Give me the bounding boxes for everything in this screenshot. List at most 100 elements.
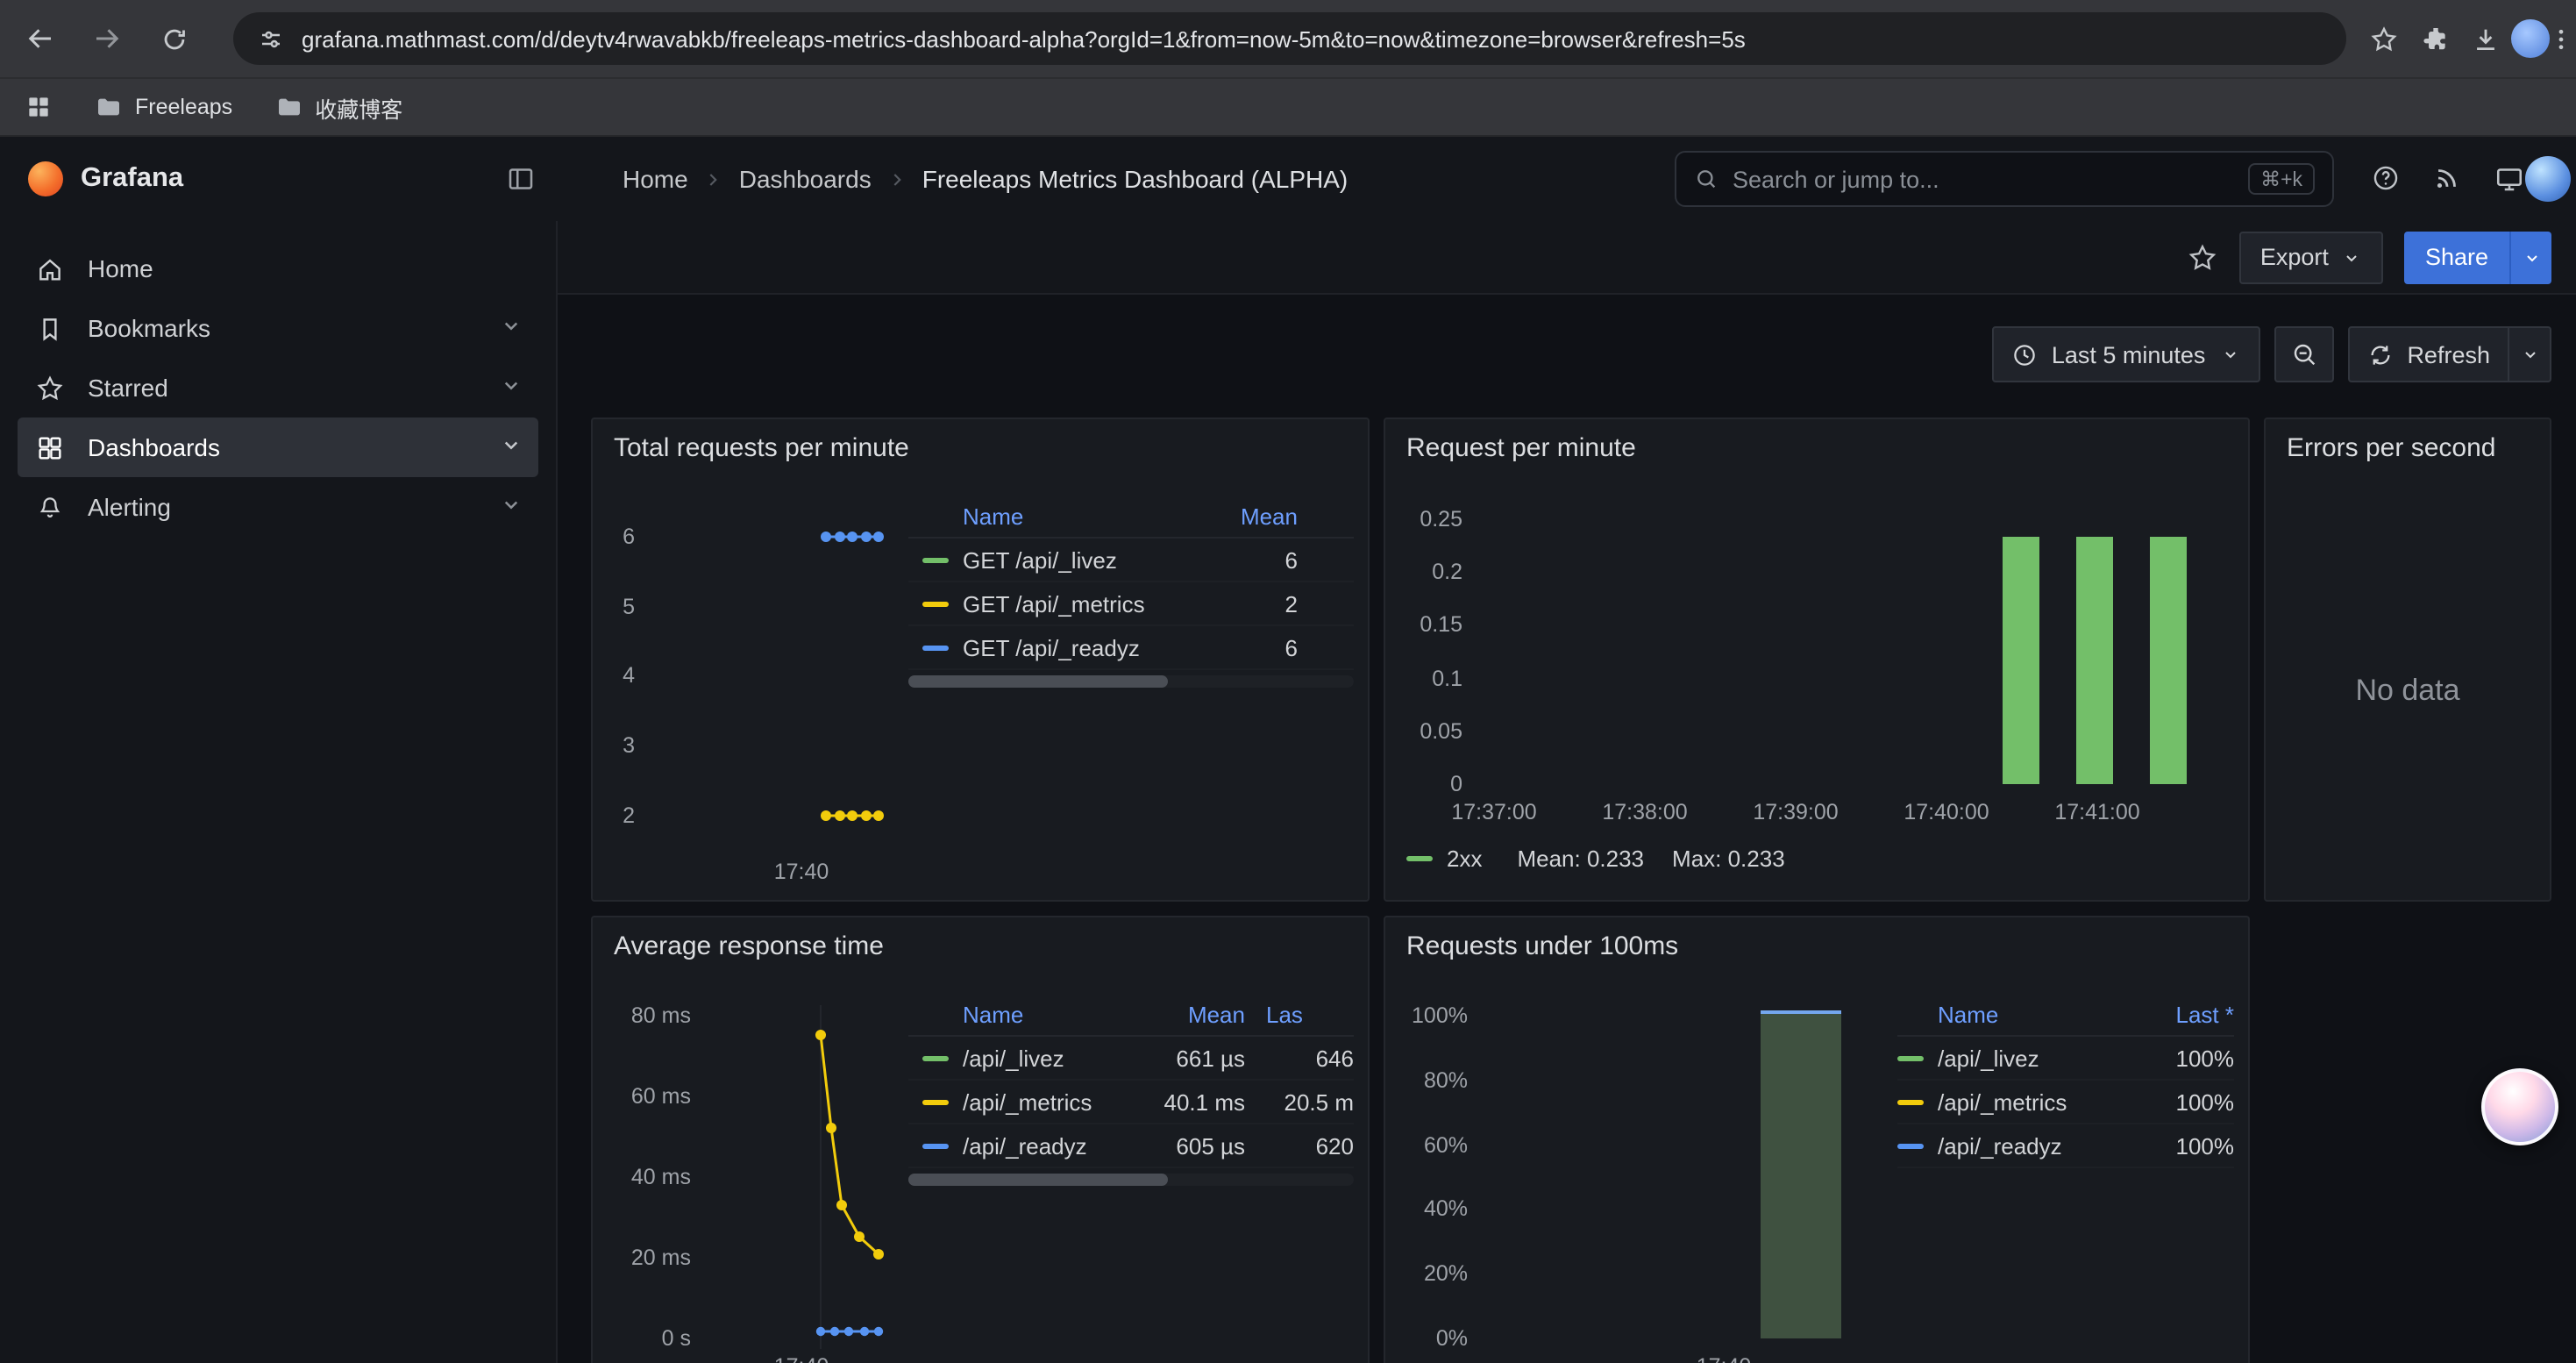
y-tick: 60%	[1385, 1131, 1468, 1160]
scrollbar-thumb[interactable]	[908, 675, 1168, 688]
table-scrollbar[interactable]	[908, 675, 1354, 688]
bookmark-folder-blogs[interactable]: 收藏博客	[274, 90, 402, 124]
download-icon[interactable]	[2462, 16, 2508, 61]
zoom-out-button[interactable]	[2274, 326, 2333, 382]
chevron-down-icon[interactable]	[498, 491, 524, 517]
series-color-yellow	[922, 1099, 949, 1104]
sidebar-item-label: Home	[88, 254, 153, 282]
refresh-button[interactable]: Refresh	[2347, 326, 2551, 382]
panel-title[interactable]: Errors per second	[2287, 433, 2495, 463]
user-avatar[interactable]	[2525, 156, 2571, 202]
table-row[interactable]: /api/_metrics 100%	[1897, 1081, 2234, 1124]
legend-series[interactable]: 2xx	[1447, 846, 1482, 872]
series-name[interactable]: /api/_readyz	[1938, 1132, 2176, 1159]
table-row[interactable]: GET /api/_metrics 2	[908, 582, 1354, 626]
share-button[interactable]: Share	[2404, 231, 2551, 283]
column-header-name[interactable]: Name	[1938, 1002, 2176, 1028]
series-name[interactable]: /api/_metrics	[1938, 1088, 2176, 1115]
table-row[interactable]: GET /api/_livez 6	[908, 539, 1354, 582]
sidebar-item-starred[interactable]: Starred	[18, 358, 538, 417]
search-shortcut-kbd: ⌘+k	[2248, 163, 2315, 195]
time-range-picker[interactable]: Last 5 minutes	[1992, 326, 2260, 382]
sidebar-toggle-icon[interactable]	[505, 163, 537, 195]
back-icon[interactable]	[18, 16, 63, 61]
bookmark-star-icon[interactable]	[2360, 16, 2406, 61]
browser-menu-icon[interactable]	[2546, 16, 2574, 61]
panel-title[interactable]: Requests under 100ms	[1406, 931, 1678, 961]
reload-icon[interactable]	[151, 16, 196, 61]
series-name[interactable]: GET /api/_metrics	[963, 590, 1145, 617]
rss-icon[interactable]	[2432, 163, 2462, 193]
bell-icon	[35, 492, 65, 522]
table-scrollbar[interactable]	[908, 1174, 1354, 1186]
column-header-mean[interactable]: Mean	[1129, 1002, 1245, 1028]
panel-title[interactable]: Average response time	[614, 931, 884, 961]
y-tick: 0.2	[1385, 558, 1462, 586]
y-tick: 60 ms	[603, 1082, 691, 1110]
breadcrumb-home[interactable]: Home	[623, 165, 688, 193]
panel-title[interactable]: Total requests per minute	[614, 433, 909, 463]
share-menu-chevron[interactable]	[2509, 231, 2551, 283]
table-row[interactable]: /api/_livez 100%	[1897, 1037, 2234, 1081]
sidebar-item-home[interactable]: Home	[18, 239, 538, 298]
column-header-last[interactable]: Las	[1266, 1002, 1354, 1028]
dashboard-content: Last 5 minutes Refresh	[558, 295, 2576, 1363]
monitor-icon[interactable]	[2494, 163, 2525, 195]
column-header-name[interactable]: Name	[963, 1002, 1129, 1028]
series-mean: 605 µs	[1129, 1132, 1245, 1159]
address-bar[interactable]: grafana.mathmast.com/d/deytv4rwavabkb/fr…	[233, 12, 2346, 65]
series-name[interactable]: /api/_livez	[1938, 1045, 2176, 1071]
apps-grid-icon[interactable]	[25, 93, 53, 121]
panel-title[interactable]: Request per minute	[1406, 433, 1636, 463]
table-row[interactable]: GET /api/_readyz 6	[908, 626, 1354, 670]
table-row[interactable]: /api/_readyz 605 µs 620	[908, 1124, 1354, 1168]
panel-request-per-minute: Request per minute 0.25 0.2 0.15 0.1 0.0…	[1384, 417, 2250, 902]
table-row[interactable]: /api/_readyz 100%	[1897, 1124, 2234, 1168]
export-button[interactable]: Export	[2239, 231, 2383, 283]
scrollbar-thumb[interactable]	[908, 1174, 1168, 1186]
timeseries-chart	[698, 1005, 908, 1356]
series-name[interactable]: /api/_metrics	[963, 1088, 1129, 1115]
bar-2xx	[2076, 537, 2113, 784]
column-header-name[interactable]: Name	[963, 503, 1023, 530]
nav-sidebar: Home Bookmarks Starred Dashboards	[0, 221, 558, 1363]
x-tick: 17:40	[749, 858, 854, 886]
bookmark-folder-freeleaps[interactable]: Freeleaps	[95, 93, 232, 121]
column-header-mean[interactable]: Mean	[1241, 503, 1354, 530]
breadcrumb-dashboards[interactable]: Dashboards	[739, 165, 872, 193]
no-data-message: No data	[2266, 674, 2550, 709]
app-header: Grafana Home Dashboards Freeleaps Metric…	[0, 137, 2576, 221]
series-name[interactable]: /api/_readyz	[963, 1132, 1129, 1159]
extensions-icon[interactable]	[2413, 16, 2459, 61]
search-input[interactable]: Search or jump to... ⌘+k	[1675, 151, 2334, 207]
refresh-interval-chevron[interactable]	[2508, 328, 2550, 381]
sidebar-item-dashboards[interactable]: Dashboards	[18, 417, 538, 477]
favorite-star-icon[interactable]	[2187, 241, 2218, 273]
chevron-down-icon[interactable]	[498, 372, 524, 398]
series-color-blue	[922, 645, 949, 650]
column-header-last[interactable]: Last *	[2176, 1002, 2235, 1028]
series-mean: 2	[1285, 590, 1354, 617]
series-color-blue	[1897, 1143, 1924, 1148]
y-tick: 2	[593, 802, 635, 830]
series-name[interactable]: GET /api/_readyz	[963, 634, 1140, 660]
sidebar-item-bookmarks[interactable]: Bookmarks	[18, 298, 538, 358]
table-row[interactable]: /api/_metrics 40.1 ms 20.5 m	[908, 1081, 1354, 1124]
grafana-logo[interactable]	[28, 161, 63, 196]
chevron-down-icon[interactable]	[498, 312, 524, 339]
browser-toolbar: grafana.mathmast.com/d/deytv4rwavabkb/fr…	[0, 0, 2576, 77]
chevron-down-icon[interactable]	[498, 432, 524, 458]
site-settings-icon[interactable]	[258, 25, 284, 52]
y-tick: 100%	[1385, 1002, 1468, 1030]
y-tick: 3	[593, 731, 635, 760]
bar-2xx	[2150, 537, 2187, 784]
floating-avatar[interactable]	[2481, 1068, 2558, 1145]
bar-100-percent	[1761, 1010, 1841, 1338]
y-tick: 0	[1385, 770, 1462, 798]
forward-icon[interactable]	[84, 16, 130, 61]
sidebar-item-alerting[interactable]: Alerting	[18, 477, 538, 537]
series-name[interactable]: /api/_livez	[963, 1045, 1129, 1071]
help-icon[interactable]	[2371, 163, 2401, 193]
series-name[interactable]: GET /api/_livez	[963, 546, 1117, 573]
table-row[interactable]: /api/_livez 661 µs 646	[908, 1037, 1354, 1081]
